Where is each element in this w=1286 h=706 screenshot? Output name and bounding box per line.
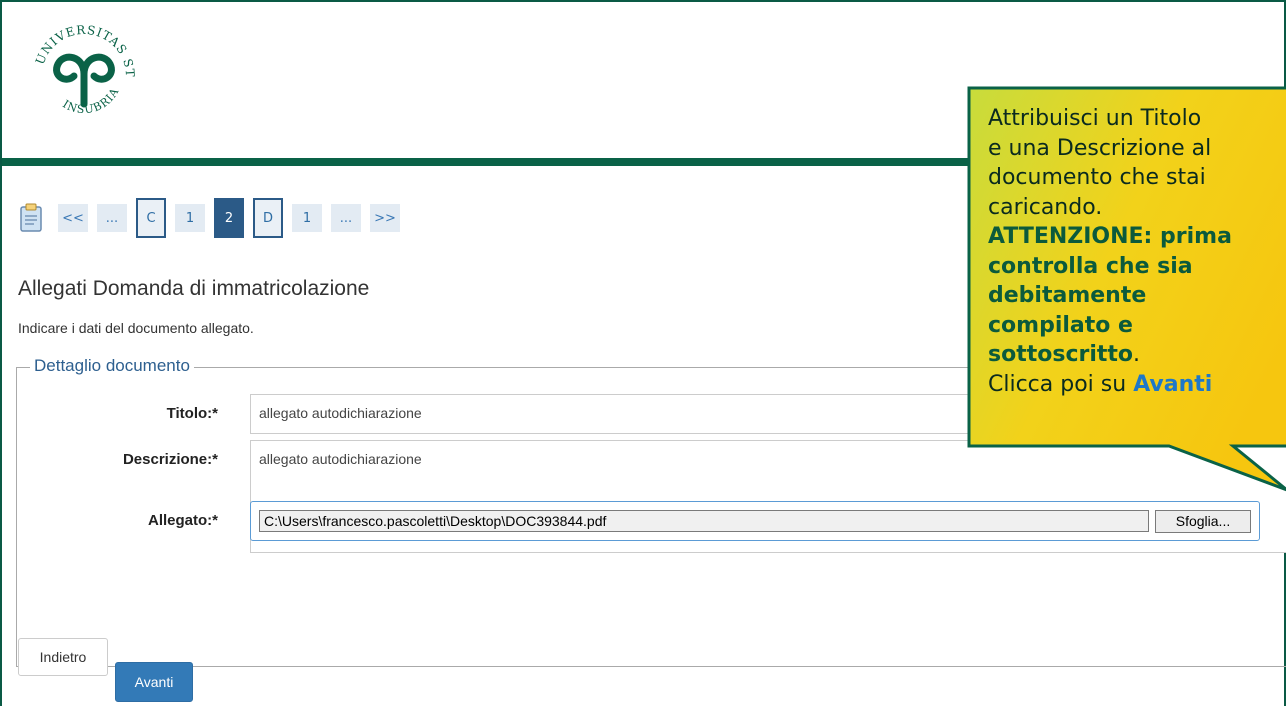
callout-warn-1: ATTENZIONE: prima [988, 224, 1232, 249]
callout-warn-end: . [1133, 342, 1141, 367]
step-ellipsis-next: ... [331, 204, 361, 232]
callout-line-2: e una Descrizione al [988, 135, 1212, 161]
step-navigator: << ... C 1 2 D 1 ... >> [18, 198, 409, 238]
step-d-1[interactable]: 1 [292, 204, 322, 232]
title-label: Titolo:* [166, 405, 218, 422]
step-ellipsis-prev: ... [97, 204, 127, 232]
step-d[interactable]: D [253, 198, 283, 238]
callout-warn-5: sottoscritto [988, 342, 1134, 367]
file-upload-field: C:\Users\francesco.pascoletti\Desktop\DO… [250, 501, 1260, 541]
callout-warn-3: debitamente [988, 283, 1147, 308]
page-title: Allegati Domanda di immatricolazione [18, 277, 370, 300]
callout-click-target: Avanti [1133, 371, 1213, 397]
step-last[interactable]: >> [370, 204, 400, 232]
step-current: 2 [214, 198, 244, 238]
callout-text: Attribuisci un Titolo e una Descrizione … [988, 104, 1286, 399]
fieldset-legend: Dettaglio documento [30, 356, 194, 376]
back-button[interactable]: Indietro [18, 638, 108, 676]
callout-warn-2: controlla che sia [988, 253, 1193, 279]
step-c-1[interactable]: 1 [175, 204, 205, 232]
page-subtitle: Indicare i dati del documento allegato. [18, 320, 254, 336]
step-c[interactable]: C [136, 198, 166, 238]
university-logo: UNIVERSITAS STUDIORUM INSUBRIAE [20, 12, 144, 136]
file-path-input[interactable]: C:\Users\francesco.pascoletti\Desktop\DO… [259, 510, 1149, 532]
step-first[interactable]: << [58, 204, 88, 232]
callout-line-3: documento che stai [988, 165, 1206, 190]
next-button[interactable]: Avanti [115, 662, 193, 702]
attachment-label: Allegato:* [147, 512, 218, 529]
callout-click-prefix: Clicca poi su [988, 371, 1134, 397]
clipboard-icon [20, 203, 42, 232]
callout-line-4: caricando. [988, 194, 1103, 220]
callout-line-1: Attribuisci un Titolo [988, 106, 1202, 131]
description-label: Descrizione:* [122, 451, 218, 468]
browse-button[interactable]: Sfoglia... [1155, 510, 1251, 533]
callout-warn-4: compilato e [988, 312, 1133, 338]
